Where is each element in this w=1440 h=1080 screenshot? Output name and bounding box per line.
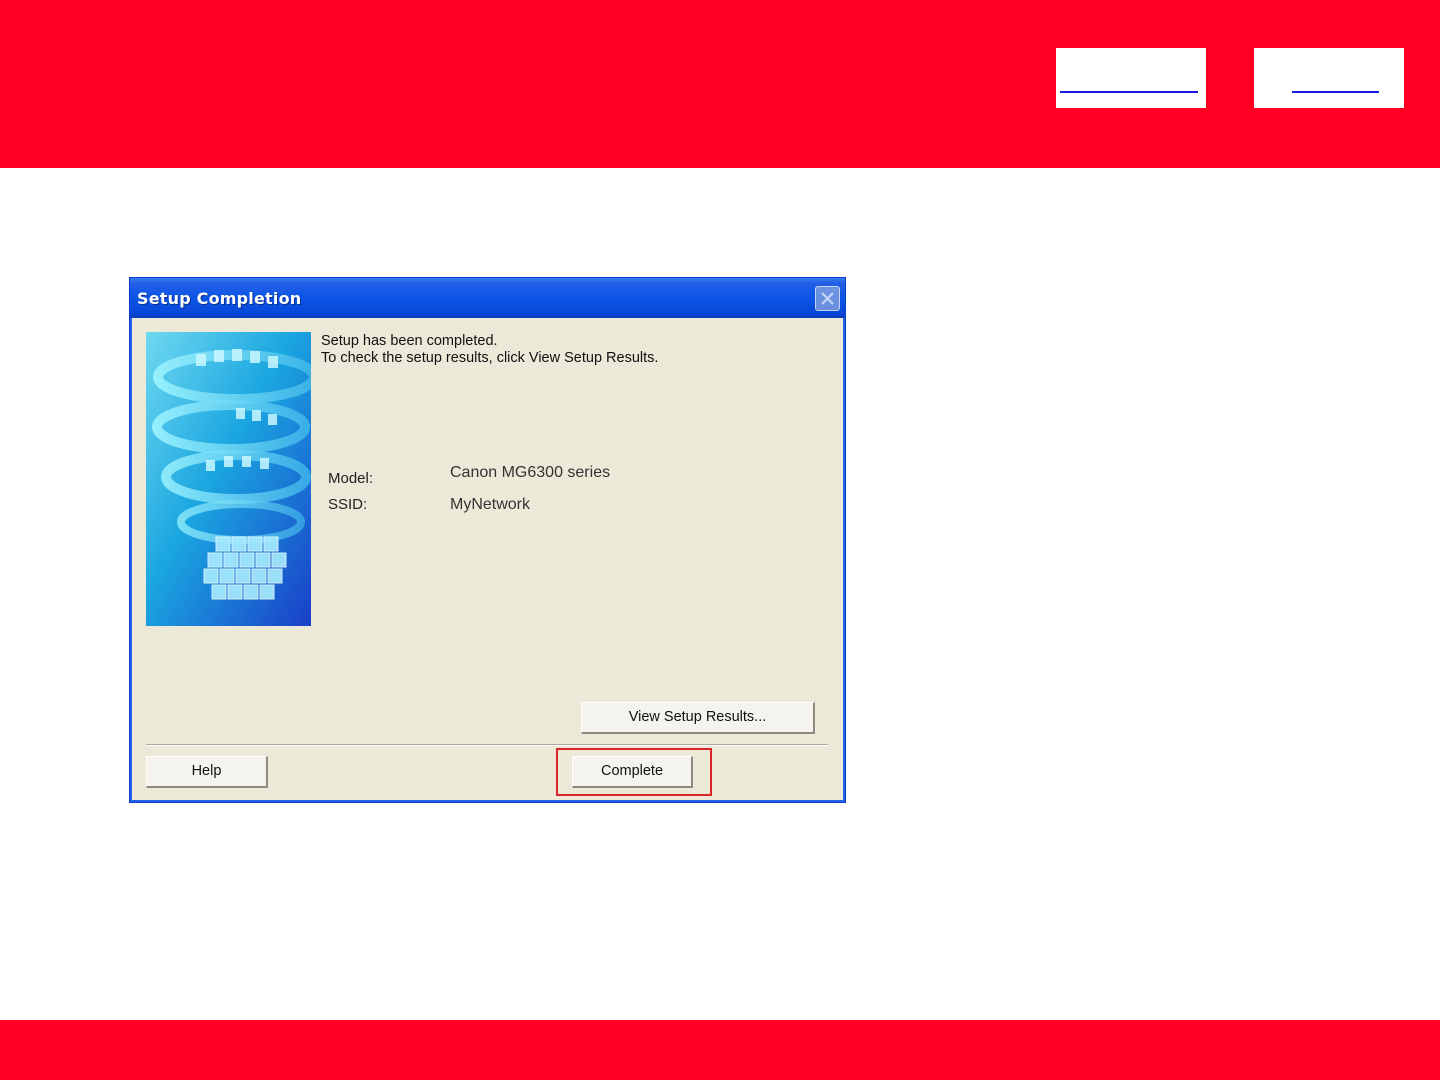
nav-link-2[interactable] xyxy=(1292,91,1379,93)
ssid-value: MyNetwork xyxy=(450,496,531,513)
setup-banner-image xyxy=(146,332,311,626)
model-value: Canon MG6300 series xyxy=(450,464,611,481)
close-icon xyxy=(821,292,834,305)
close-button[interactable] xyxy=(815,286,840,311)
nav-link-1[interactable] xyxy=(1060,91,1198,93)
help-button[interactable]: Help xyxy=(146,756,268,788)
top-banner xyxy=(0,0,1440,168)
instruction-message: To check the setup results, click View S… xyxy=(321,350,659,366)
setup-completion-dialog: Setup Completion Setup has been complete… xyxy=(129,277,846,803)
ssid-label: SSID: xyxy=(328,496,368,513)
dialog-titlebar[interactable]: Setup Completion xyxy=(130,278,845,318)
completion-message: Setup has been completed. xyxy=(321,333,498,349)
separator xyxy=(146,744,828,746)
complete-button-highlight xyxy=(556,748,712,796)
view-setup-results-button[interactable]: View Setup Results... xyxy=(581,702,815,734)
nav-link-box-2[interactable] xyxy=(1254,48,1404,108)
nav-link-box-1[interactable] xyxy=(1056,48,1206,108)
bottom-banner xyxy=(0,1020,1440,1080)
dialog-title: Setup Completion xyxy=(137,289,302,308)
model-label: Model: xyxy=(328,470,374,487)
